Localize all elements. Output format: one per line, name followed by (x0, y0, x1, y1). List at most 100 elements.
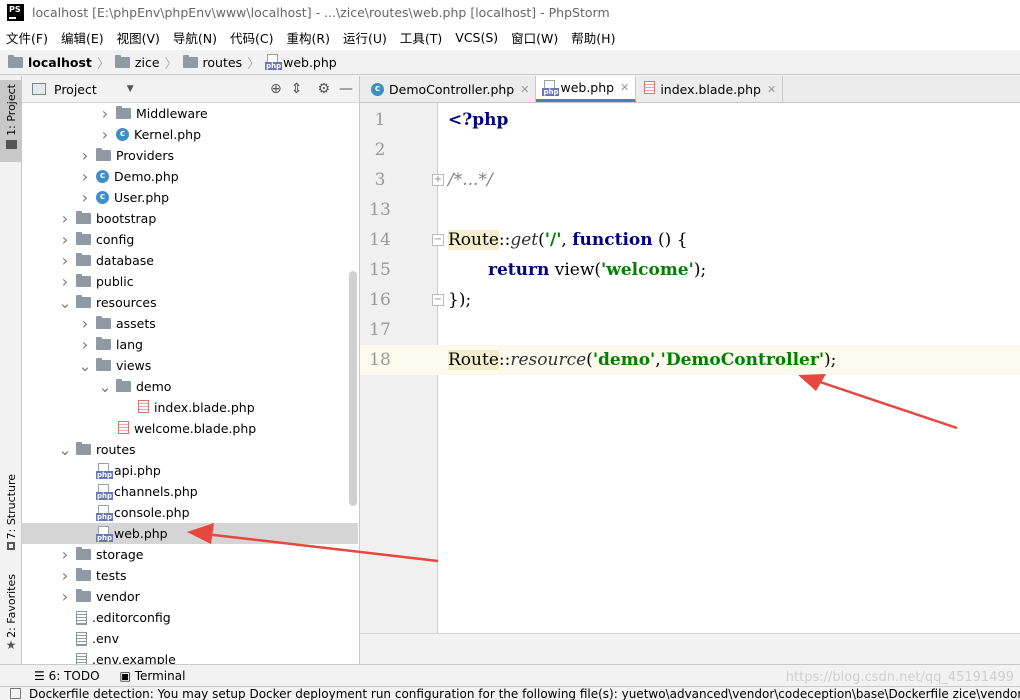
tree-item[interactable]: › c Demo.php (22, 166, 358, 187)
code-line-current[interactable]: 18 Route::resource('demo','DemoControlle… (360, 345, 1020, 375)
close-icon[interactable]: ✕ (520, 83, 529, 96)
tree-item[interactable]: index.blade.php (22, 397, 358, 418)
tree-item[interactable]: › vendor (22, 586, 358, 607)
tab-index-blade[interactable]: index.blade.php ✕ (636, 76, 784, 102)
chevron-down-icon[interactable]: ⌄ (58, 294, 72, 312)
code-line[interactable]: 3 + /*...*/ (360, 165, 1020, 195)
code-line[interactable]: 16 − }); (360, 285, 1020, 315)
tree-item[interactable]: welcome.blade.php (22, 418, 358, 439)
project-tool-tab[interactable]: 1: Project (0, 80, 22, 162)
tree-item[interactable]: › Providers (22, 145, 358, 166)
tab-demo-controller[interactable]: c DemoController.php ✕ (365, 76, 537, 102)
tree-item[interactable]: php web.php (22, 523, 358, 544)
chevron-down-icon[interactable]: ⌄ (58, 441, 72, 459)
folder-icon (96, 148, 111, 161)
menu-help[interactable]: 帮助(H) (571, 28, 615, 47)
code-line[interactable]: 1 <?php (360, 105, 1020, 135)
collapse-fold-icon[interactable]: − (432, 294, 444, 306)
collapse-fold-icon[interactable]: − (432, 234, 444, 246)
chevron-right-icon[interactable]: › (78, 146, 92, 165)
tree-item[interactable]: ⌄ resources (22, 292, 358, 313)
chevron-down-icon[interactable]: ⌄ (98, 378, 112, 396)
chevron-right-icon[interactable]: › (58, 587, 72, 606)
code-line[interactable]: 13 (360, 195, 1020, 225)
tab-web-php[interactable]: php web.php ✕ (536, 76, 637, 102)
chevron-right-icon[interactable]: › (58, 545, 72, 564)
locate-file-icon[interactable]: ⊕ (270, 81, 282, 97)
code-line[interactable]: 15 return view('welcome'); (360, 255, 1020, 285)
todo-tool-button[interactable]: ☰ 6: TODO (34, 669, 100, 683)
tree-item[interactable]: › tests (22, 565, 358, 586)
folder-icon (182, 54, 198, 68)
tree-item[interactable]: › Middleware (22, 103, 358, 124)
folded-comment[interactable]: /*...*/ (448, 170, 493, 190)
chevron-down-icon[interactable]: ⌄ (78, 357, 92, 375)
close-icon[interactable]: ✕ (767, 83, 776, 96)
structure-tool-tab[interactable]: 7: Structure (0, 474, 22, 554)
menu-file[interactable]: 文件(F) (6, 28, 48, 47)
tree-item-label: Kernel.php (134, 127, 202, 142)
breadcrumb-routes[interactable]: routes (182, 54, 242, 70)
tree-item[interactable]: › assets (22, 313, 358, 334)
tree-item[interactable]: › storage (22, 544, 358, 565)
folder-icon (8, 54, 23, 68)
breadcrumb-zice[interactable]: zice (114, 54, 160, 70)
tree-item[interactable]: › c User.php (22, 187, 358, 208)
tree-item[interactable]: ⌄ views (22, 355, 358, 376)
tree-item[interactable]: › c Kernel.php (22, 124, 358, 145)
status-message[interactable]: Dockerfile detection: You may setup Dock… (29, 687, 1020, 700)
tree-item[interactable]: › lang (22, 334, 358, 355)
tree-item[interactable]: ⌄ demo (22, 376, 358, 397)
menu-refactor[interactable]: 重构(R) (287, 28, 330, 47)
tree-item[interactable]: › bootstrap (22, 208, 358, 229)
menu-run[interactable]: 运行(U) (343, 28, 387, 47)
chevron-right-icon[interactable]: › (58, 272, 72, 291)
tree-item[interactable]: › database (22, 250, 358, 271)
menu-navigate[interactable]: 导航(N) (173, 28, 217, 47)
chevron-right-icon[interactable]: › (78, 167, 92, 186)
tree-item[interactable]: › config (22, 229, 358, 250)
menu-vcs[interactable]: VCS(S) (455, 30, 498, 45)
tree-item[interactable]: ⌄ routes (22, 439, 358, 460)
favorites-tool-tab[interactable]: 2: Favorites ★ (0, 574, 22, 656)
chevron-right-icon[interactable]: › (98, 125, 112, 144)
chevron-right-icon[interactable]: › (58, 230, 72, 249)
chevron-right-icon[interactable]: › (78, 188, 92, 207)
hide-panel-icon[interactable]: — (339, 81, 353, 97)
chevron-right-icon[interactable]: › (58, 209, 72, 228)
chevron-right-icon[interactable]: › (98, 104, 112, 123)
menu-tools[interactable]: 工具(T) (400, 28, 442, 47)
chevron-right-icon[interactable]: › (78, 314, 92, 333)
collapse-all-icon[interactable]: ⇕ (291, 81, 303, 97)
menu-code[interactable]: 代码(C) (230, 28, 273, 47)
status-toggle-icon[interactable] (10, 688, 21, 699)
chevron-right-icon[interactable]: › (58, 251, 72, 270)
breadcrumb-web-php[interactable]: php web.php (265, 54, 337, 70)
tree-item[interactable]: .env.example (22, 649, 358, 664)
gear-icon[interactable]: ⚙ (317, 81, 330, 97)
menu-window[interactable]: 窗口(W) (511, 28, 558, 47)
menu-view[interactable]: 视图(V) (117, 28, 160, 47)
close-icon[interactable]: ✕ (620, 81, 629, 94)
tree-item[interactable]: php console.php (22, 502, 358, 523)
code-line[interactable]: 14 − Route::get('/', function () { (360, 225, 1020, 255)
expand-fold-icon[interactable]: + (432, 174, 444, 186)
chevron-right-icon[interactable]: › (58, 566, 72, 585)
tree-item[interactable]: .editorconfig (22, 607, 358, 628)
class-icon: c (96, 191, 109, 204)
terminal-tool-button[interactable]: ▣ Terminal (120, 669, 186, 683)
chevron-down-icon[interactable]: ▼ (127, 84, 134, 94)
chevron-right-icon[interactable]: › (78, 335, 92, 354)
tree-item[interactable]: php api.php (22, 460, 358, 481)
tree-item[interactable]: › public (22, 271, 358, 292)
tree-item-label: Providers (116, 148, 174, 163)
tree-scrollbar[interactable] (349, 271, 357, 506)
project-view-selector[interactable]: Project (54, 82, 97, 97)
code-line[interactable]: 2 (360, 135, 1020, 165)
tree-item[interactable]: php channels.php (22, 481, 358, 502)
tree-item-label: .editorconfig (92, 610, 171, 625)
menu-edit[interactable]: 编辑(E) (61, 28, 104, 47)
code-line[interactable]: 17 (360, 315, 1020, 345)
tree-item[interactable]: .env (22, 628, 358, 649)
breadcrumb-localhost[interactable]: localhost (8, 54, 92, 70)
